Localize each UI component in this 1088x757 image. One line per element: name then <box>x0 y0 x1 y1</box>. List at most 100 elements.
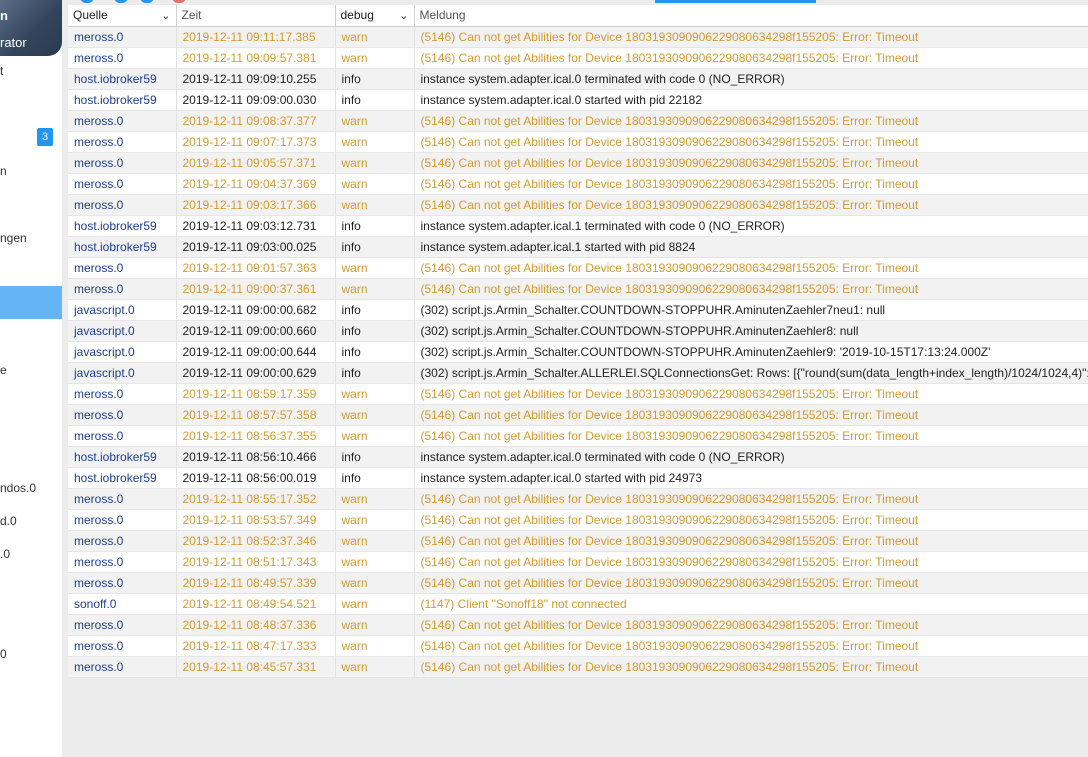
table-row: meross.0 2019-12-11 08:49:57.339 warn (5146… <box>68 572 1088 594</box>
log-level: info <box>335 215 415 237</box>
log-message: instance system.adapter.ical.1 started w… <box>414 236 1088 258</box>
table-row: meross.0 2019-12-11 09:05:57.371 warn (5146… <box>68 152 1088 174</box>
log-time: 2019-12-11 08:56:10.466 <box>176 446 336 468</box>
log-source: meross.0 <box>68 26 177 48</box>
sidebar-item[interactable]: d.0 <box>0 514 17 528</box>
log-time: 2019-12-11 08:51:17.343 <box>176 551 336 573</box>
log-message: (5146) Can not get Abilities for Device … <box>414 530 1088 552</box>
log-source: meross.0 <box>68 656 177 678</box>
log-time: 2019-12-11 09:03:12.731 <box>176 215 336 237</box>
log-level: info <box>335 341 415 363</box>
table-row: javascript.0 2019-12-11 09:00:00.629 info(… <box>68 362 1088 384</box>
log-level: warn <box>335 383 415 405</box>
toolbar-button-3[interactable] <box>140 0 154 3</box>
toolbar-button-1[interactable] <box>80 0 94 3</box>
table-row: meross.0 2019-12-11 08:45:57.331 warn (5146… <box>68 656 1088 678</box>
log-message: (5146) Can not get Abilities for Device … <box>414 425 1088 447</box>
log-time: 2019-12-11 09:09:57.381 <box>176 47 336 69</box>
sidebar-item[interactable]: e <box>0 363 7 377</box>
table-header: Quelle ⌄ Zeit debug ⌄ Meldung <box>68 5 1088 27</box>
log-time: 2019-12-11 09:09:10.255 <box>176 68 336 90</box>
log-level: info <box>335 467 415 489</box>
sidebar-item-active-log[interactable] <box>0 286 62 319</box>
table-row: meross.0 2019-12-11 09:09:57.381 warn (5146… <box>68 47 1088 69</box>
sidebar-item[interactable]: 0 <box>0 647 7 661</box>
app-logo[interactable]: n rator <box>0 0 62 56</box>
log-message: (5146) Can not get Abilities for Device … <box>414 551 1088 573</box>
log-source: host.iobroker59 <box>68 215 177 237</box>
toolbar-button-4[interactable] <box>172 0 186 3</box>
log-level: warn <box>335 110 415 132</box>
sidebar-item[interactable]: n <box>0 164 7 178</box>
source-filter-select[interactable]: Quelle ⌄ <box>73 8 171 22</box>
sidebar-item[interactable]: ngen <box>0 231 27 245</box>
log-level: warn <box>335 572 415 594</box>
level-filter-header[interactable]: debug ⌄ <box>335 5 415 27</box>
log-message: instance system.adapter.ical.0 terminate… <box>414 68 1088 90</box>
log-time: 2019-12-11 08:49:57.339 <box>176 572 336 594</box>
log-message: (1147) Client "Sonoff18" not connected <box>414 593 1088 615</box>
log-level: warn <box>335 131 415 153</box>
table-row: meross.0 2019-12-11 08:52:37.346 warn (5146… <box>68 530 1088 552</box>
sidebar-item[interactable]: ndos.0 <box>0 481 36 495</box>
log-level: warn <box>335 425 415 447</box>
log-source: meross.0 <box>68 278 177 300</box>
log-source: meross.0 <box>68 425 177 447</box>
log-source: host.iobroker59 <box>68 68 177 90</box>
log-source: meross.0 <box>68 404 177 426</box>
level-filter-select[interactable]: debug ⌄ <box>341 8 409 22</box>
source-filter-header[interactable]: Quelle ⌄ <box>68 5 177 27</box>
log-source: meross.0 <box>68 530 177 552</box>
chevron-down-icon: ⌄ <box>399 9 409 22</box>
log-time: 2019-12-11 08:45:57.331 <box>176 656 336 678</box>
log-time: 2019-12-11 09:03:00.025 <box>176 236 336 258</box>
log-time: 2019-12-11 09:09:00.030 <box>176 89 336 111</box>
toolbar-blue-button[interactable] <box>655 0 816 3</box>
log-level: warn <box>335 173 415 195</box>
log-time: 2019-12-11 09:07:17.373 <box>176 131 336 153</box>
log-time: 2019-12-11 09:01:57.363 <box>176 257 336 279</box>
message-header[interactable]: Meldung <box>414 5 1088 27</box>
log-source: host.iobroker59 <box>68 467 177 489</box>
log-source: meross.0 <box>68 47 177 69</box>
sidebar-item[interactable]: .0 <box>0 547 10 561</box>
toolbar-button-2[interactable] <box>114 0 128 3</box>
table-row: meross.0 2019-12-11 09:03:17.366 warn (5146… <box>68 194 1088 216</box>
table-row: meross.0 2019-12-11 09:00:37.361 warn (5146… <box>68 278 1088 300</box>
log-time: 2019-12-11 09:00:00.660 <box>176 320 336 342</box>
log-source: meross.0 <box>68 257 177 279</box>
log-body: meross.0 2019-12-11 09:11:17.385 warn (5146… <box>68 26 1088 678</box>
log-time: 2019-12-11 09:00:00.644 <box>176 341 336 363</box>
log-time: 2019-12-11 08:52:37.346 <box>176 530 336 552</box>
log-message: (302) script.js.Armin_Schalter.COUNTDOWN… <box>414 320 1088 342</box>
table-row: meross.0 2019-12-11 09:07:17.373 warn (5146… <box>68 131 1088 153</box>
log-message: (5146) Can not get Abilities for Device … <box>414 635 1088 657</box>
log-message: (5146) Can not get Abilities for Device … <box>414 194 1088 216</box>
log-message: (5146) Can not get Abilities for Device … <box>414 509 1088 531</box>
log-message: (5146) Can not get Abilities for Device … <box>414 278 1088 300</box>
table-row: host.iobroker59 2019-12-11 08:56:00.019 in… <box>68 467 1088 489</box>
log-level: warn <box>335 194 415 216</box>
log-source: host.iobroker59 <box>68 446 177 468</box>
time-header[interactable]: Zeit <box>176 5 336 27</box>
log-level: info <box>335 299 415 321</box>
log-level: warn <box>335 614 415 636</box>
log-source: javascript.0 <box>68 320 177 342</box>
sidebar-item[interactable]: t <box>0 64 3 78</box>
log-time: 2019-12-11 09:11:17.385 <box>176 26 336 48</box>
log-message: (5146) Can not get Abilities for Device … <box>414 488 1088 510</box>
log-level: warn <box>335 404 415 426</box>
log-level: info <box>335 362 415 384</box>
log-level: info <box>335 236 415 258</box>
log-source: meross.0 <box>68 194 177 216</box>
log-source: host.iobroker59 <box>68 89 177 111</box>
log-level: warn <box>335 152 415 174</box>
log-message: (5146) Can not get Abilities for Device … <box>414 131 1088 153</box>
table-row: meross.0 2019-12-11 08:47:17.333 warn (5146… <box>68 635 1088 657</box>
log-message: (5146) Can not get Abilities for Device … <box>414 152 1088 174</box>
log-table: Quelle ⌄ Zeit debug ⌄ Meldung meross.0 20… <box>68 5 1088 678</box>
log-source: javascript.0 <box>68 362 177 384</box>
log-source: meross.0 <box>68 509 177 531</box>
table-row: host.iobroker59 2019-12-11 09:09:00.030 in… <box>68 89 1088 111</box>
log-time: 2019-12-11 09:03:17.366 <box>176 194 336 216</box>
